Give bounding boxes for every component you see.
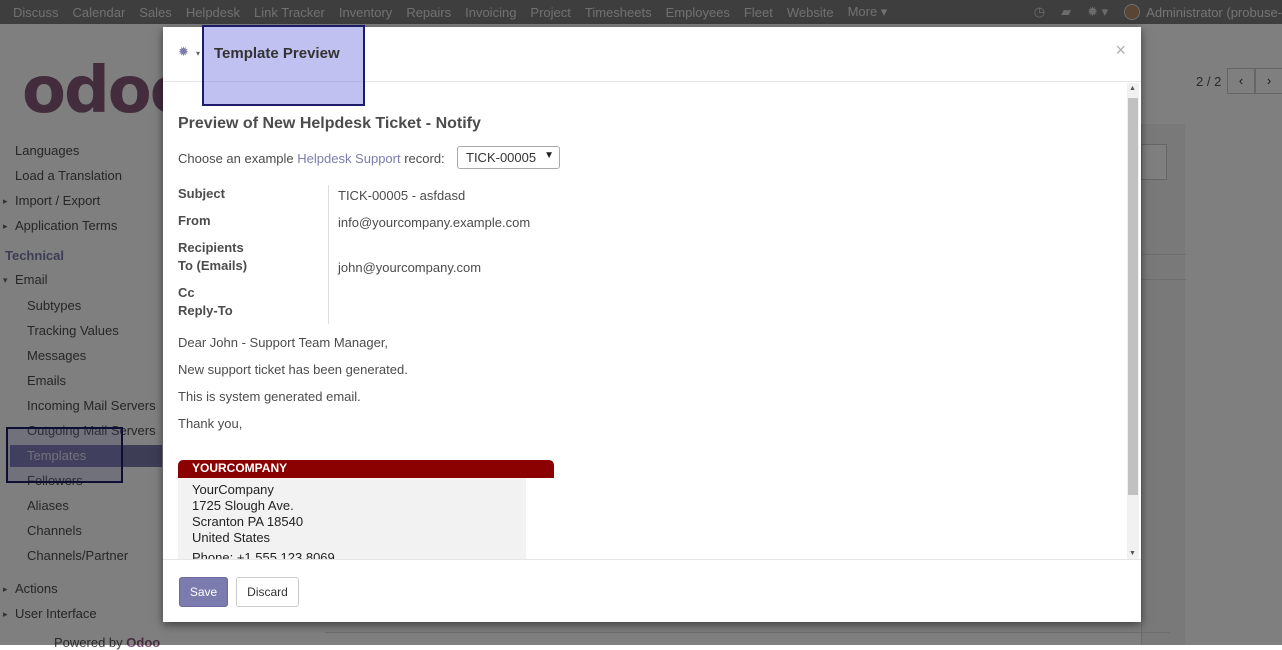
scroll-up-icon[interactable]: ▲ (1129, 85, 1136, 92)
body-closing: Thank you, (178, 416, 243, 431)
to-emails-label: To (Emails) (178, 258, 248, 273)
signature-city: Scranton PA 18540 (192, 514, 304, 529)
record-chooser-label: Choose an example Helpdesk Support recor… (178, 151, 445, 166)
template-preview-dialog: ✹ ▾ Template Preview × Preview of New He… (163, 25, 1141, 622)
debug-icon[interactable]: ✹ (178, 44, 189, 60)
save-button[interactable]: Save (179, 577, 228, 607)
scrollbar-thumb[interactable] (1128, 98, 1138, 495)
record-select-value: TICK-00005 (466, 150, 537, 165)
dialog-header: ✹ ▾ Template Preview × (163, 25, 1141, 106)
signature-phone: Phone: +1 555 123 8069 (192, 550, 335, 559)
to-emails-value: john@yourcompany.com (338, 260, 482, 275)
preview-title: Preview of New Helpdesk Ticket - Notify (178, 115, 481, 132)
dropdown-arrow-icon: ▼ (544, 150, 554, 161)
dialog-footer: Save Discard (163, 559, 1141, 622)
body-line: This is system generated email. (178, 389, 361, 404)
close-button[interactable]: × (1115, 40, 1126, 61)
signature-street: 1725 Slough Ave. (192, 498, 294, 513)
cc-label: Cc (178, 285, 195, 300)
from-label: From (178, 213, 211, 228)
dialog-scrollbar[interactable]: ▲ ▼ (1127, 83, 1139, 559)
dialog-title: Template Preview (214, 45, 340, 62)
body-line: New support ticket has been generated. (178, 362, 408, 377)
reply-to-label: Reply-To (178, 303, 233, 318)
signature-company: YourCompany (192, 482, 274, 497)
record-select[interactable]: TICK-00005 ▼ (457, 146, 560, 169)
signature-header: YOURCOMPANY (178, 460, 554, 478)
model-link[interactable]: Helpdesk Support (297, 151, 400, 166)
body-greeting: Dear John - Support Team Manager, (178, 335, 389, 350)
chevron-down-icon[interactable]: ▾ (196, 49, 200, 58)
field-separator (328, 185, 329, 324)
dialog-body: Preview of New Helpdesk Ticket - Notify … (163, 83, 1141, 559)
subject-value: TICK-00005 - asfdasd (338, 188, 466, 203)
discard-button[interactable]: Discard (236, 577, 299, 607)
recipients-label: Recipients (178, 240, 244, 255)
signature-country: United States (192, 530, 271, 545)
from-value: info@yourcompany.example.com (338, 215, 531, 230)
scroll-down-icon[interactable]: ▼ (1129, 550, 1136, 557)
subject-label: Subject (178, 186, 225, 201)
